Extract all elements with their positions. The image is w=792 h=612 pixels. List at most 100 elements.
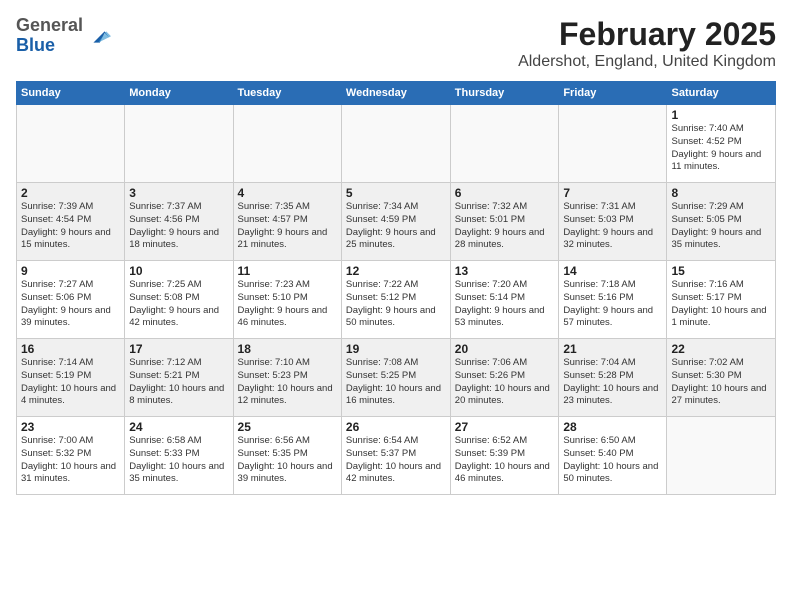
day-info: Sunrise: 7:34 AMSunset: 4:59 PMDaylight:… [346,201,446,252]
title-section: February 2025 Aldershot, England, United… [518,16,776,71]
day-number: 20 [455,342,555,356]
calendar-cell [17,105,125,183]
day-number: 11 [238,264,337,278]
day-info: Sunrise: 7:25 AMSunset: 5:08 PMDaylight:… [129,279,228,330]
day-number: 9 [21,264,120,278]
day-info: Sunrise: 7:10 AMSunset: 5:23 PMDaylight:… [238,357,337,408]
day-number: 23 [21,420,120,434]
calendar-cell [341,105,450,183]
day-info: Sunrise: 7:29 AMSunset: 5:05 PMDaylight:… [671,201,771,252]
day-info: Sunrise: 6:58 AMSunset: 5:33 PMDaylight:… [129,435,228,486]
calendar-header-row: Sunday Monday Tuesday Wednesday Thursday… [17,82,776,105]
day-number: 17 [129,342,228,356]
day-info: Sunrise: 7:20 AMSunset: 5:14 PMDaylight:… [455,279,555,330]
day-number: 8 [671,186,771,200]
day-info: Sunrise: 7:04 AMSunset: 5:28 PMDaylight:… [563,357,662,408]
day-number: 2 [21,186,120,200]
day-number: 5 [346,186,446,200]
day-info: Sunrise: 7:23 AMSunset: 5:10 PMDaylight:… [238,279,337,330]
day-info: Sunrise: 6:56 AMSunset: 5:35 PMDaylight:… [238,435,337,486]
col-sunday: Sunday [17,82,125,105]
col-friday: Friday [559,82,667,105]
calendar-cell: 25Sunrise: 6:56 AMSunset: 5:35 PMDayligh… [233,417,341,495]
day-number: 26 [346,420,446,434]
day-info: Sunrise: 7:22 AMSunset: 5:12 PMDaylight:… [346,279,446,330]
day-number: 7 [563,186,662,200]
day-info: Sunrise: 7:39 AMSunset: 4:54 PMDaylight:… [21,201,120,252]
day-number: 13 [455,264,555,278]
calendar-cell: 9Sunrise: 7:27 AMSunset: 5:06 PMDaylight… [17,261,125,339]
calendar-cell [667,417,776,495]
calendar-cell: 18Sunrise: 7:10 AMSunset: 5:23 PMDayligh… [233,339,341,417]
day-number: 1 [671,108,771,122]
day-number: 27 [455,420,555,434]
day-info: Sunrise: 7:16 AMSunset: 5:17 PMDaylight:… [671,279,771,330]
col-tuesday: Tuesday [233,82,341,105]
day-number: 19 [346,342,446,356]
day-number: 3 [129,186,228,200]
calendar-cell: 10Sunrise: 7:25 AMSunset: 5:08 PMDayligh… [125,261,233,339]
day-info: Sunrise: 7:32 AMSunset: 5:01 PMDaylight:… [455,201,555,252]
calendar-cell: 23Sunrise: 7:00 AMSunset: 5:32 PMDayligh… [17,417,125,495]
col-saturday: Saturday [667,82,776,105]
calendar-cell: 3Sunrise: 7:37 AMSunset: 4:56 PMDaylight… [125,183,233,261]
calendar-cell: 4Sunrise: 7:35 AMSunset: 4:57 PMDaylight… [233,183,341,261]
calendar-cell: 6Sunrise: 7:32 AMSunset: 5:01 PMDaylight… [450,183,559,261]
logo: General Blue [16,16,111,56]
logo-icon [87,25,111,49]
logo-general: General [16,16,83,36]
calendar-cell: 20Sunrise: 7:06 AMSunset: 5:26 PMDayligh… [450,339,559,417]
day-info: Sunrise: 7:06 AMSunset: 5:26 PMDaylight:… [455,357,555,408]
calendar-week-row: 9Sunrise: 7:27 AMSunset: 5:06 PMDaylight… [17,261,776,339]
day-number: 6 [455,186,555,200]
day-info: Sunrise: 7:00 AMSunset: 5:32 PMDaylight:… [21,435,120,486]
day-info: Sunrise: 7:02 AMSunset: 5:30 PMDaylight:… [671,357,771,408]
calendar-week-row: 2Sunrise: 7:39 AMSunset: 4:54 PMDaylight… [17,183,776,261]
calendar-table: Sunday Monday Tuesday Wednesday Thursday… [16,81,776,495]
day-number: 18 [238,342,337,356]
page-container: General Blue February 2025 Aldershot, En… [0,0,792,503]
calendar-cell: 19Sunrise: 7:08 AMSunset: 5:25 PMDayligh… [341,339,450,417]
day-info: Sunrise: 7:18 AMSunset: 5:16 PMDaylight:… [563,279,662,330]
day-number: 16 [21,342,120,356]
day-info: Sunrise: 7:14 AMSunset: 5:19 PMDaylight:… [21,357,120,408]
day-info: Sunrise: 7:12 AMSunset: 5:21 PMDaylight:… [129,357,228,408]
day-info: Sunrise: 7:40 AMSunset: 4:52 PMDaylight:… [671,123,771,174]
day-number: 24 [129,420,228,434]
calendar-cell [233,105,341,183]
calendar-cell [450,105,559,183]
calendar-cell: 27Sunrise: 6:52 AMSunset: 5:39 PMDayligh… [450,417,559,495]
calendar-cell: 7Sunrise: 7:31 AMSunset: 5:03 PMDaylight… [559,183,667,261]
calendar-week-row: 1Sunrise: 7:40 AMSunset: 4:52 PMDaylight… [17,105,776,183]
calendar-cell [559,105,667,183]
calendar-cell: 28Sunrise: 6:50 AMSunset: 5:40 PMDayligh… [559,417,667,495]
day-number: 22 [671,342,771,356]
day-number: 28 [563,420,662,434]
calendar-cell: 21Sunrise: 7:04 AMSunset: 5:28 PMDayligh… [559,339,667,417]
calendar-week-row: 16Sunrise: 7:14 AMSunset: 5:19 PMDayligh… [17,339,776,417]
day-number: 14 [563,264,662,278]
day-number: 21 [563,342,662,356]
page-subtitle: Aldershot, England, United Kingdom [518,53,776,71]
day-info: Sunrise: 7:27 AMSunset: 5:06 PMDaylight:… [21,279,120,330]
calendar-cell: 5Sunrise: 7:34 AMSunset: 4:59 PMDaylight… [341,183,450,261]
calendar-cell: 12Sunrise: 7:22 AMSunset: 5:12 PMDayligh… [341,261,450,339]
day-info: Sunrise: 6:54 AMSunset: 5:37 PMDaylight:… [346,435,446,486]
calendar-cell: 15Sunrise: 7:16 AMSunset: 5:17 PMDayligh… [667,261,776,339]
calendar-week-row: 23Sunrise: 7:00 AMSunset: 5:32 PMDayligh… [17,417,776,495]
calendar-cell: 1Sunrise: 7:40 AMSunset: 4:52 PMDaylight… [667,105,776,183]
calendar-cell: 11Sunrise: 7:23 AMSunset: 5:10 PMDayligh… [233,261,341,339]
calendar-cell: 14Sunrise: 7:18 AMSunset: 5:16 PMDayligh… [559,261,667,339]
calendar-cell: 17Sunrise: 7:12 AMSunset: 5:21 PMDayligh… [125,339,233,417]
col-wednesday: Wednesday [341,82,450,105]
day-info: Sunrise: 7:08 AMSunset: 5:25 PMDaylight:… [346,357,446,408]
day-number: 15 [671,264,771,278]
calendar-cell: 22Sunrise: 7:02 AMSunset: 5:30 PMDayligh… [667,339,776,417]
day-number: 10 [129,264,228,278]
day-number: 12 [346,264,446,278]
calendar-cell: 2Sunrise: 7:39 AMSunset: 4:54 PMDaylight… [17,183,125,261]
col-thursday: Thursday [450,82,559,105]
calendar-cell: 26Sunrise: 6:54 AMSunset: 5:37 PMDayligh… [341,417,450,495]
calendar-cell: 24Sunrise: 6:58 AMSunset: 5:33 PMDayligh… [125,417,233,495]
calendar-cell [125,105,233,183]
